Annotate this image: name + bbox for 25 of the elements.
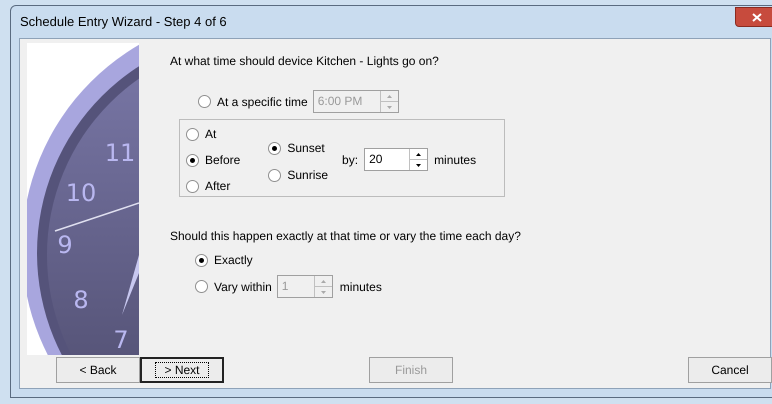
spin-field[interactable]: 20 [364, 148, 428, 171]
radio-option[interactable]: Before [186, 151, 240, 169]
clock-drawing: 11 10 9 8 7 [27, 43, 139, 355]
radio-button[interactable] [186, 154, 199, 166]
question-text: At what time should device Kitchen - Lights go on? [170, 53, 440, 70]
question-text: Should this happen exactly at that time or vary the time each day? [170, 228, 521, 245]
radio-button[interactable] [268, 142, 282, 154]
wizard-button[interactable]: < Back [56, 357, 140, 383]
wizard-button[interactable]: Cancel [688, 357, 772, 383]
radio-button[interactable] [186, 180, 199, 192]
close-icon [752, 12, 762, 22]
window-title: Schedule Entry Wizard - Step 4 of 6 [19, 13, 227, 32]
radio-option[interactable]: Exactly [195, 251, 521, 269]
radio-button[interactable] [268, 168, 282, 182]
unit-label: minutes [434, 152, 476, 168]
by-label: by: [342, 152, 358, 168]
radio-option[interactable]: After [186, 177, 240, 195]
radio-option[interactable]: At [186, 125, 240, 143]
wizard-button[interactable]: > Next [140, 357, 224, 383]
radio-option[interactable]: Sunrise [268, 166, 328, 184]
radio-button[interactable] [186, 128, 199, 140]
close-button[interactable] [735, 7, 772, 27]
radio-option[interactable]: Sunset [268, 139, 328, 157]
radio-button[interactable] [195, 254, 208, 266]
unit-label: minutes [340, 278, 382, 296]
